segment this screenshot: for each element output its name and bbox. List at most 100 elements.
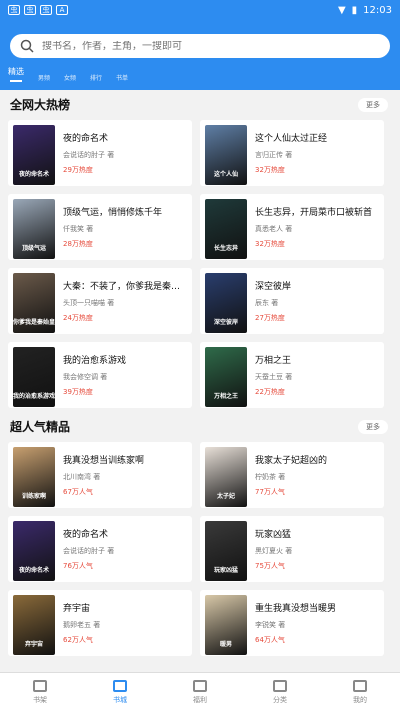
search-bar[interactable] (10, 34, 390, 58)
book-stat: 77万人气 (255, 488, 285, 496)
book-card[interactable]: 太子妃 我家太子妃超凶的柠奶茶 著 77万人气 (200, 442, 384, 508)
nav-bookstore[interactable]: 书城 (80, 673, 160, 712)
book-title[interactable]: 深空彼岸 (255, 279, 291, 292)
tab-female[interactable]: 女频 (64, 73, 76, 82)
cover-text: 训练家啊 (21, 493, 46, 500)
book-stat: 32万热度 (255, 166, 285, 174)
book-cover[interactable]: 弃宇宙 (13, 595, 55, 655)
book-cover[interactable]: 夜的命名术 (13, 521, 55, 581)
book-title[interactable]: 顶级气运，悄悄修炼千年 (63, 205, 162, 218)
wifi-icon: ▼ (337, 4, 346, 16)
tab-booklist[interactable]: 书单 (116, 73, 128, 82)
book-stat: 75万人气 (255, 562, 285, 570)
nav-bookshelf[interactable]: 书架 (0, 673, 80, 712)
book-title[interactable]: 夜的命名术 (63, 527, 114, 540)
book-author: 我会修空调 著 (63, 373, 108, 381)
book-title[interactable]: 大秦：不装了，你爹我是秦始皇 (63, 279, 187, 292)
book-card[interactable]: 顶级气运 顶级气运，悄悄修炼千年 仟我笑 著 28万热度 (8, 194, 192, 260)
nav-label: 福利 (193, 696, 207, 704)
nav-label: 书架 (33, 696, 47, 704)
book-card[interactable]: 深空彼岸 深空彼岸 辰东 著 27万热度 (200, 268, 384, 334)
tab-male[interactable]: 男频 (38, 73, 50, 82)
book-cover[interactable]: 深空彼岸 (205, 273, 247, 333)
more-button[interactable]: 更多 (358, 98, 388, 112)
book-author: 会说话的肘子 著 (63, 547, 115, 555)
nav-label: 书城 (113, 696, 127, 704)
book-cover[interactable]: 我的治愈系游戏 (13, 347, 55, 407)
book-stat: 24万热度 (63, 314, 93, 322)
book-author: 柠奶茶 著 (255, 473, 286, 481)
book-cover[interactable]: 夜的命名术 (13, 125, 55, 185)
cover-text: 弃宇宙 (24, 641, 43, 648)
book-stat: 32万热度 (255, 240, 285, 248)
section-title: 全网大热榜 (10, 98, 71, 112)
book-author: 辰东 著 (255, 299, 279, 307)
book-title[interactable]: 我真没想当训练家啊 (63, 453, 144, 466)
book-title[interactable]: 万相之王 (255, 353, 292, 366)
book-cover[interactable]: 你爹我是秦始皇 (13, 273, 55, 333)
book-stat: 39万热度 (63, 388, 93, 396)
nav-welfare[interactable]: 福利 (160, 673, 240, 712)
book-cover[interactable]: 训练家啊 (13, 447, 55, 507)
book-title[interactable]: 我家太子妃超凶的 (255, 453, 327, 466)
book-cover[interactable]: 暖男 (205, 595, 247, 655)
app-notification-icon: 虫 (40, 5, 52, 15)
book-card[interactable]: 这个人仙 这个人仙太过正经言归正传 著 32万热度 (200, 120, 384, 186)
book-info: 长生志异，开局菜市口被斩首真悉老人 著 32万热度 (255, 199, 372, 255)
book-author: 李锐笑 著 (255, 621, 286, 629)
nav-label: 我的 (353, 696, 367, 704)
book-card[interactable]: 暖男 重生我真没想当暖男李锐笑 著 64万人气 (200, 590, 384, 656)
book-cover[interactable]: 太子妃 (205, 447, 247, 507)
book-card[interactable]: 长生志异 长生志异，开局菜市口被斩首真悉老人 著 32万热度 (200, 194, 384, 260)
app-notification-icon: 虫 (24, 5, 36, 15)
nav-category[interactable]: 分类 (240, 673, 320, 712)
book-title[interactable]: 夜的命名术 (63, 131, 114, 144)
book-title[interactable]: 重生我真没想当暖男 (255, 601, 336, 614)
cover-text: 玩家凶猛 (213, 567, 238, 574)
clock: 12:03 (363, 4, 392, 16)
bookshelf-icon (33, 680, 47, 692)
book-cover[interactable]: 顶级气运 (13, 199, 55, 259)
book-card[interactable]: 我的治愈系游戏 我的治愈系游戏 我会修空调 著 39万热度 (8, 342, 192, 408)
book-card[interactable]: 万相之王 万相之王 天蚕土豆 著 22万热度 (200, 342, 384, 408)
book-cover[interactable]: 玩家凶猛 (205, 521, 247, 581)
book-title[interactable]: 玩家凶猛 (255, 527, 292, 540)
nav-profile[interactable]: 我的 (320, 673, 400, 712)
book-card[interactable]: 玩家凶猛 玩家凶猛 黑灯夏火 著 75万人气 (200, 516, 384, 582)
book-title[interactable]: 弃宇宙 (63, 601, 100, 614)
status-bar: 虫 虫 虫 A ▼ ▮ 12:03 (0, 0, 400, 20)
book-title[interactable]: 我的治愈系游戏 (63, 353, 126, 366)
book-info: 我的治愈系游戏我会修空调 著 39万热度 (63, 347, 126, 403)
book-stat: 64万人气 (255, 636, 285, 644)
category-tabs: 精选 男频 女频 排行 书单 (8, 66, 128, 82)
bookstore-icon (113, 680, 127, 692)
book-info: 深空彼岸 辰东 著 27万热度 (255, 273, 291, 329)
book-card[interactable]: 训练家啊 我真没想当训练家啊 北川南湾 著 67万人气 (8, 442, 192, 508)
book-info: 弃宇宙 鹅卵老五 著 62万人气 (63, 595, 100, 651)
book-author: 仟我笑 著 (63, 225, 94, 233)
book-author: 头顶一只喵喵 著 (63, 299, 115, 307)
book-cover[interactable]: 万相之王 (205, 347, 247, 407)
book-cover[interactable]: 这个人仙 (205, 125, 247, 185)
book-info: 顶级气运，悄悄修炼千年 仟我笑 著 28万热度 (63, 199, 162, 255)
book-info: 万相之王 天蚕土豆 著 22万热度 (255, 347, 292, 403)
book-info: 大秦：不装了，你爹我是秦始皇头顶一只喵喵 著 24万热度 (63, 273, 187, 329)
book-title[interactable]: 长生志异，开局菜市口被斩首 (255, 205, 372, 218)
book-cover[interactable]: 长生志异 (205, 199, 247, 259)
header: 精选 男频 女频 排行 书单 (0, 20, 400, 90)
book-author: 会说话的肘子 著 (63, 151, 115, 159)
more-button[interactable]: 更多 (358, 420, 388, 434)
book-card[interactable]: 夜的命名术 夜的命名术 会说话的肘子 著 29万热度 (8, 120, 192, 186)
book-title[interactable]: 这个人仙太过正经 (255, 131, 327, 144)
book-info: 我真没想当训练家啊 北川南湾 著 67万人气 (63, 447, 144, 503)
tab-featured[interactable]: 精选 (8, 66, 24, 82)
tab-ranking[interactable]: 排行 (90, 73, 102, 82)
search-input[interactable] (42, 40, 342, 52)
book-author: 真悉老人 著 (255, 225, 293, 233)
book-author: 言归正传 著 (255, 151, 293, 159)
book-card[interactable]: 弃宇宙 弃宇宙 鹅卵老五 著 62万人气 (8, 590, 192, 656)
nav-label: 分类 (273, 696, 287, 704)
book-author: 天蚕土豆 著 (255, 373, 293, 381)
book-card[interactable]: 夜的命名术 夜的命名术 会说话的肘子 著 76万人气 (8, 516, 192, 582)
book-card[interactable]: 你爹我是秦始皇 大秦：不装了，你爹我是秦始皇头顶一只喵喵 著 24万热度 (8, 268, 192, 334)
